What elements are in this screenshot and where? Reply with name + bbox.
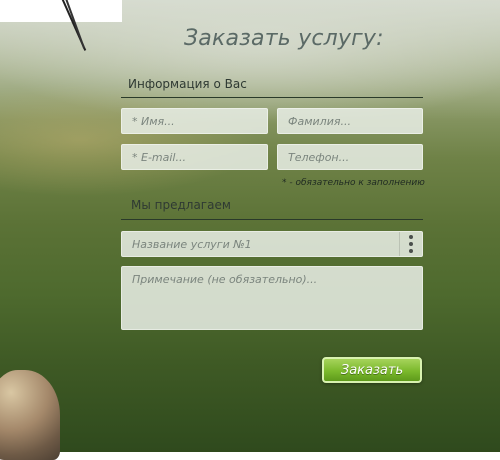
service-select-value: Название услуги №1 [132,237,252,251]
last-name-field[interactable]: Фамилия... [277,108,423,134]
form-title: Заказать услугу: [184,26,384,51]
phone-field[interactable]: Телефон... [277,144,423,170]
service-select[interactable]: Название услуги №1 [121,231,423,257]
top-left-white-panel [0,0,122,22]
email-field[interactable]: * E-mail... [121,144,268,170]
more-vertical-icon [409,235,413,253]
required-note: * - обязательно к заполнению [282,178,425,188]
offer-section-divider [121,219,423,220]
note-textarea[interactable]: Примечание (не обязательно)... [121,266,423,330]
info-section-divider [121,97,423,98]
offer-section-label: Мы предлагаем [131,198,231,212]
first-name-field[interactable]: * Имя... [121,108,268,134]
select-handle[interactable] [399,232,422,256]
info-section-label: Информация о Вас [128,77,247,91]
submit-button[interactable]: Заказать [322,357,422,383]
